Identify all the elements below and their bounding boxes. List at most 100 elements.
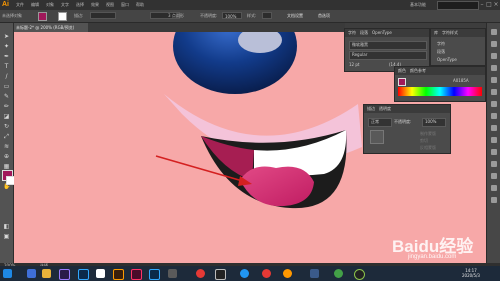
opacity-field[interactable]: 100% [222,12,242,19]
menu-type[interactable]: 文字 [61,2,69,8]
graphic-style-picker[interactable] [262,12,272,19]
tongue-shape[interactable] [240,166,314,207]
eraser-tool-icon[interactable]: ◪ [3,113,10,120]
document-tab[interactable]: 未标题-2* @ 200% (RGB/预览) [13,23,88,32]
menu-view[interactable]: 视图 [106,2,114,8]
make-mask-button[interactable]: 制作蒙版 [420,131,436,137]
invert-mask-checkbox[interactable]: 反相蒙版 [420,145,436,151]
clip-checkbox[interactable]: 剪切 [420,138,428,144]
color-spectrum-bar[interactable] [398,87,482,96]
taskbar-app-icon-9[interactable] [168,269,177,278]
system-clock[interactable]: 14:17 2020/5/3 [462,268,480,278]
lightroom-icon[interactable] [149,269,160,280]
drawing-mode-icon[interactable]: ◧ [3,223,10,230]
close-icon[interactable]: × [493,1,499,8]
taskbar-app-icon-12[interactable] [240,269,249,278]
menu-edit[interactable]: 编辑 [31,2,39,8]
tab-character-styles[interactable]: 字符样式 [442,29,458,37]
minimize-icon[interactable]: – [479,1,485,8]
library-item-opentype[interactable]: OpenType [437,57,457,62]
transparency-opacity-field[interactable]: 100% [422,118,446,127]
font-size-field[interactable]: 12 pt [349,62,359,67]
selection-tool-icon[interactable]: ➤ [3,33,10,40]
font-style-field[interactable]: Regular [349,51,427,60]
brushes-panel-icon[interactable] [491,89,497,95]
taskbar-app-icon-17[interactable] [354,269,365,280]
menu-file[interactable]: 文件 [16,2,24,8]
chrome-icon[interactable] [262,269,271,278]
photoshop-icon[interactable] [78,269,89,280]
pencil-tool-icon[interactable]: ✏ [3,103,10,110]
properties-panel-icon[interactable] [491,29,497,35]
preferences-button[interactable]: 首选项 [318,13,330,19]
layers-panel-icon[interactable] [491,41,497,47]
qq-icon[interactable] [215,269,226,280]
tab-transparency[interactable]: 透明度 [379,105,391,113]
taskbar-app-icon-2[interactable] [42,269,51,278]
taskbar-app-icon-1[interactable] [27,269,36,278]
symbols-panel-icon[interactable] [491,101,497,107]
libraries-panel-icon[interactable] [491,53,497,59]
gradient-panel-icon[interactable] [491,125,497,131]
paintbrush-tool-icon[interactable]: ✎ [3,93,10,100]
menu-select[interactable]: 选择 [76,2,84,8]
transparency-panel-icon[interactable] [491,137,497,143]
search-input[interactable] [437,1,479,10]
gradient-tool-icon[interactable]: ▦ [3,163,10,170]
appearance-panel-icon[interactable] [491,149,497,155]
pathfinder-panel-icon[interactable] [491,185,497,191]
tab-stroke[interactable]: 描边 [367,105,375,113]
swatches-panel-icon[interactable] [491,77,497,83]
tab-color-guide[interactable]: 颜色参考 [410,67,426,75]
font-family-field[interactable]: 微软雅黑 [349,41,427,50]
library-item-character[interactable]: 字符 [437,41,445,47]
taskbar-app-icon-15[interactable] [310,269,319,278]
menu-object[interactable]: 对象 [46,2,54,8]
menu-help[interactable]: 帮助 [136,2,144,8]
transparency-opacity-label: 不透明度: [394,119,412,124]
tab-libraries[interactable]: 库 [434,29,438,37]
align-panel-icon[interactable] [491,173,497,179]
type-tool-icon[interactable]: T [3,63,10,70]
app-logo: Ai [2,1,9,8]
taskbar-app-icon-10[interactable] [196,269,205,278]
tab-opentype[interactable]: OpenType [372,29,392,37]
taskbar-app-icon-14[interactable] [283,269,292,278]
start-button-icon[interactable] [3,269,12,278]
pen-tool-icon[interactable]: ✒ [3,53,10,60]
shape-builder-tool-icon[interactable]: ⊕ [3,153,10,160]
transform-panel-icon[interactable] [491,197,497,203]
stroke-color-swatch[interactable] [58,12,67,21]
indesign-icon[interactable] [131,269,142,280]
tab-color[interactable]: 颜色 [398,67,406,75]
library-item-paragraph[interactable]: 段落 [437,49,445,55]
maximize-icon[interactable]: □ [486,1,492,8]
color-fill-preview[interactable] [398,78,406,86]
opacity-mask-thumbnail[interactable] [370,130,384,144]
stroke-weight-field[interactable] [90,12,116,19]
tab-paragraph[interactable]: 段落 [360,29,368,37]
fill-color-swatch[interactable] [38,12,47,21]
line-tool-icon[interactable]: / [3,73,10,80]
stroke-panel-icon[interactable] [491,113,497,119]
blend-mode-select[interactable]: 正常 [368,118,392,127]
rotate-tool-icon[interactable]: ↻ [3,123,10,130]
scale-tool-icon[interactable]: ⤢ [3,133,10,140]
hex-value-field[interactable]: A0185A [453,78,469,83]
rectangle-tool-icon[interactable]: ▭ [3,83,10,90]
illustrator-icon[interactable] [113,269,124,280]
color-panel-icon[interactable] [491,65,497,71]
magic-wand-tool-icon[interactable]: ✦ [3,43,10,50]
taskbar-app-icon-5[interactable] [96,269,105,278]
screen-mode-icon[interactable]: ▣ [3,233,10,240]
premiere-icon[interactable] [59,269,70,280]
tab-character[interactable]: 字符 [348,29,356,37]
width-tool-icon[interactable]: ≋ [3,143,10,150]
libraries-panel: 库 字符样式 字符 段落 OpenType [430,28,486,66]
menu-window[interactable]: 窗口 [121,2,129,8]
menu-effect[interactable]: 效果 [91,2,99,8]
document-setup-button[interactable]: 文档设置 [287,13,303,19]
graphic-styles-panel-icon[interactable] [491,161,497,167]
taskbar-app-icon-16[interactable] [334,269,343,278]
workspace-switcher[interactable]: 基本功能 [410,2,426,8]
